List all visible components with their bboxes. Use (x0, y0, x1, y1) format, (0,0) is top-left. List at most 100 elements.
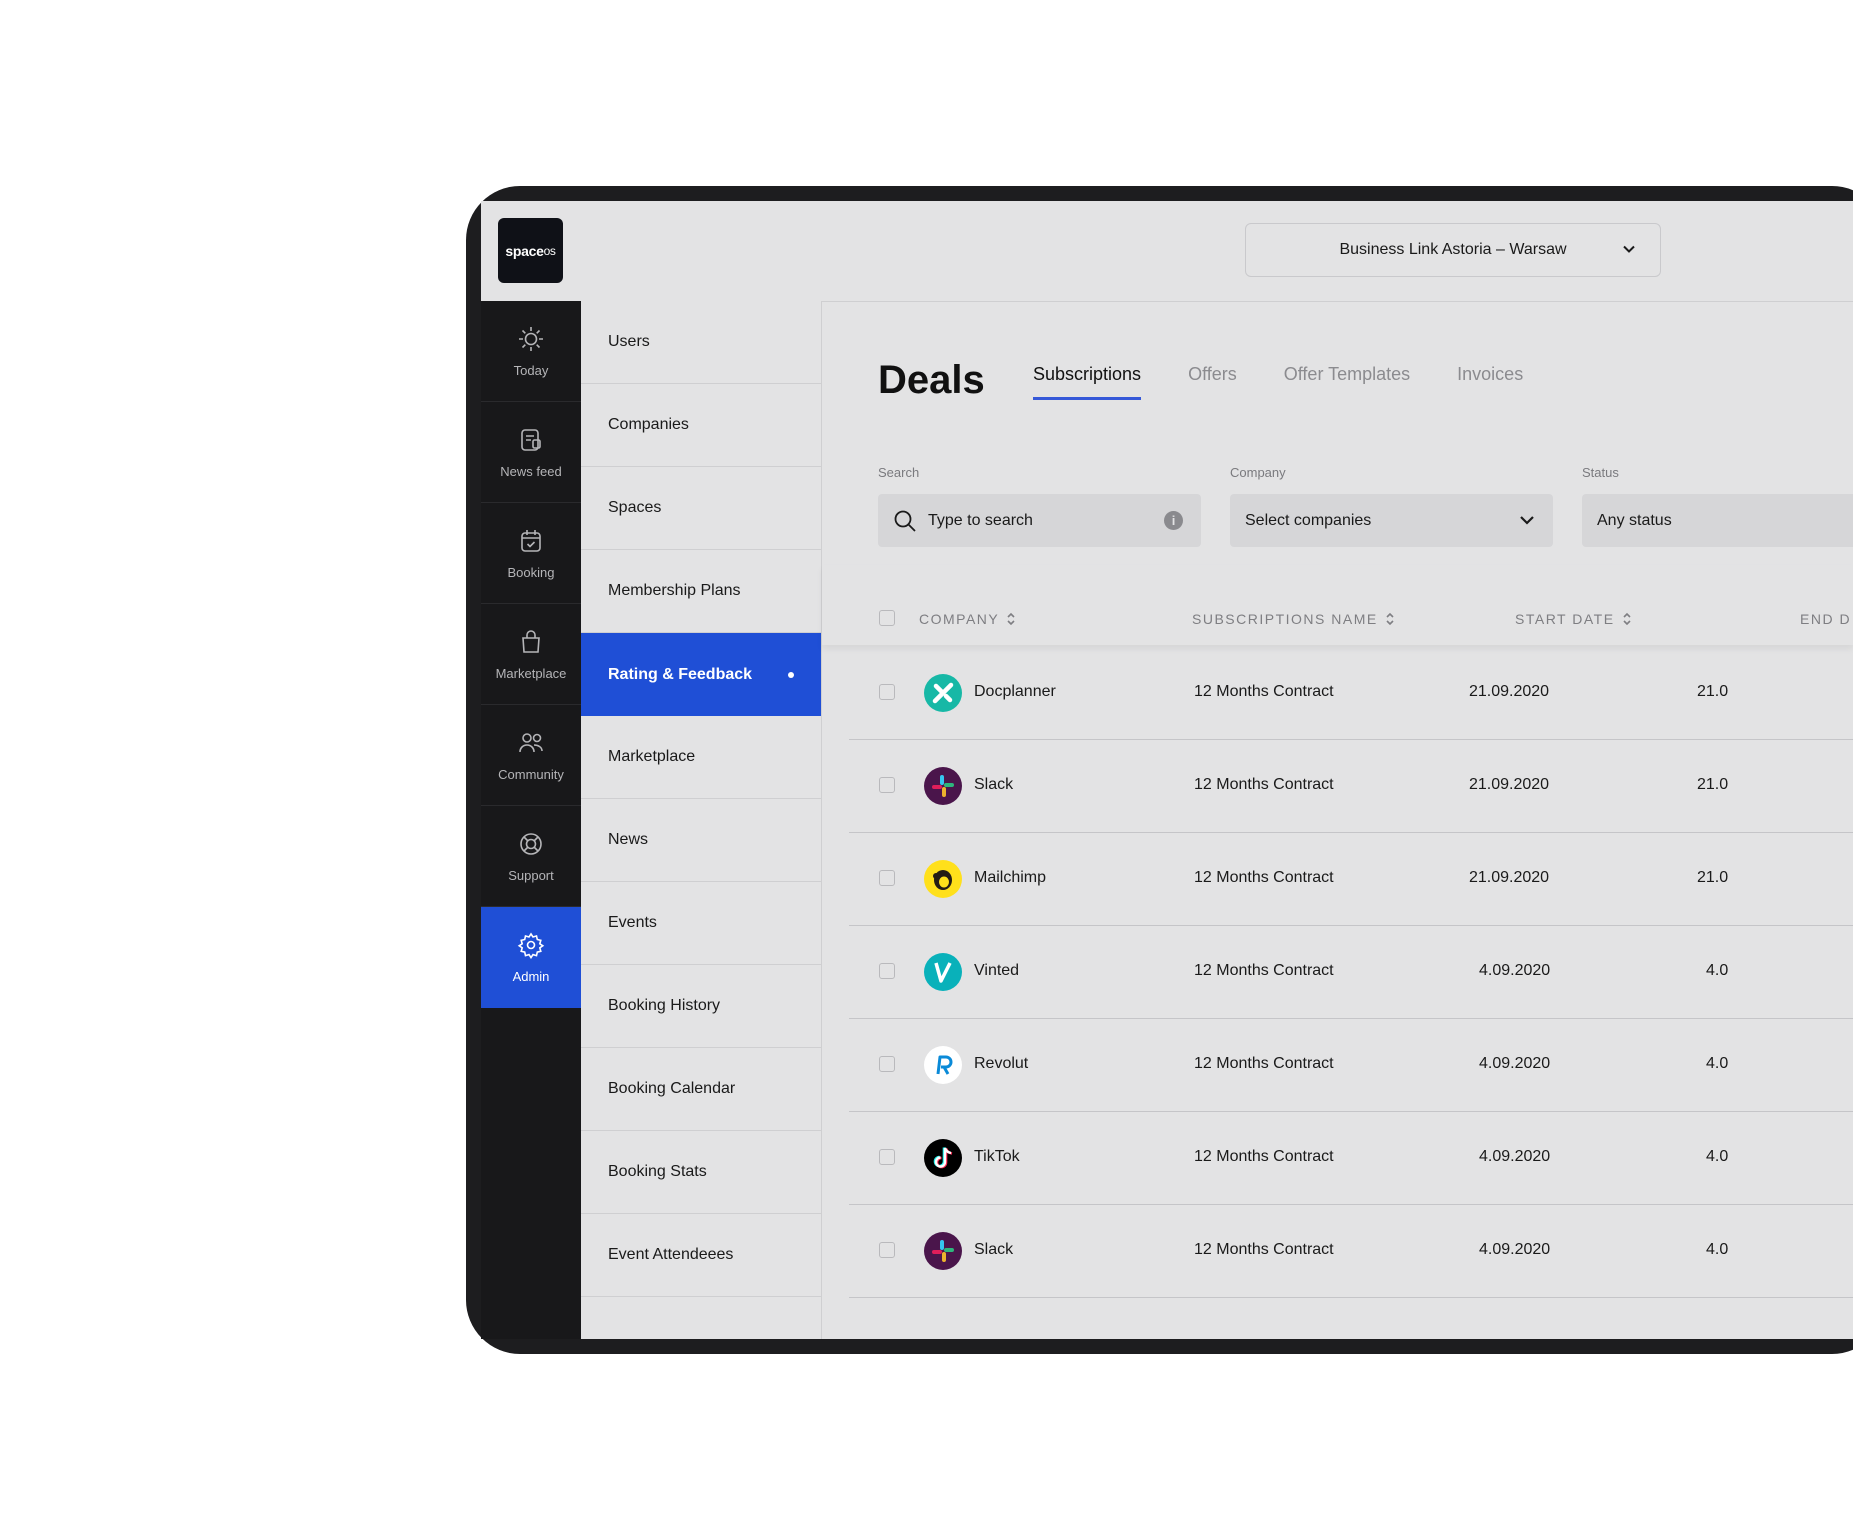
vinted-logo (924, 953, 962, 991)
status-select[interactable]: Any status (1582, 494, 1853, 547)
menu-item-membership-plans[interactable]: Membership Plans (581, 550, 821, 633)
menu-item-news[interactable]: News (581, 799, 821, 882)
select-all-checkbox[interactable] (879, 610, 895, 626)
company-name: TikTok (974, 1148, 1020, 1165)
company-name: Vinted (974, 962, 1020, 979)
row-checkbox[interactable] (879, 684, 895, 700)
subscription-name: 12 Months Contract (1194, 1148, 1334, 1165)
subscription-name: 12 Months Contract (1194, 869, 1334, 886)
menu-item-label: Rating & Feedback (608, 665, 753, 683)
menu-item-booking-calendar[interactable]: Booking Calendar (581, 1048, 821, 1131)
row-checkbox[interactable] (879, 1056, 895, 1072)
row-checkbox[interactable] (879, 870, 895, 886)
rail-label: Marketplace (495, 665, 567, 681)
menu-item-truncated[interactable] (581, 1297, 821, 1339)
main-content: Deals Subscriptions Offers Offer Templat… (822, 301, 1853, 1339)
table-row[interactable]: Slack 12 Months Contract 4.09.2020 4.0 (849, 1204, 1853, 1298)
menu-item-users[interactable]: Users (581, 301, 821, 384)
start-date: 21.09.2020 (1469, 683, 1550, 700)
rail-item-marketplace[interactable]: Marketplace (481, 604, 581, 705)
subscription-name: 12 Months Contract (1194, 962, 1334, 979)
company-name: Docplanner (974, 683, 1056, 700)
tab-offer-templates[interactable]: Offer Templates (1284, 364, 1410, 400)
table-row[interactable]: Vinted 12 Months Contract 4.09.2020 4.0 (849, 925, 1853, 1019)
app-logo[interactable]: space os (498, 218, 563, 283)
sort-icon (1007, 612, 1015, 626)
rail-item-support[interactable]: Support (481, 806, 581, 907)
chevron-down-icon (1520, 516, 1534, 525)
start-date: 4.09.2020 (1479, 1241, 1551, 1258)
revolut-logo (924, 1046, 962, 1084)
column-header-start-date[interactable]: START DATE (1515, 611, 1631, 627)
column-header-company[interactable]: COMPANY (919, 611, 1015, 627)
menu-item-rating-feedback[interactable]: Rating & Feedback (581, 633, 821, 716)
info-icon[interactable]: i (1164, 511, 1183, 530)
search-icon (894, 510, 916, 532)
status-select-value: Any status (1597, 511, 1672, 529)
subscription-name: 12 Months Contract (1194, 1055, 1334, 1072)
sun-icon (519, 326, 543, 351)
app-screen: space os Business Link Astoria – Warsaw T… (481, 201, 1853, 1339)
rail-label: Support (508, 867, 554, 883)
menu-item-events[interactable]: Events (581, 882, 821, 965)
menu-item-event-attendees[interactable]: Event Attendeees (581, 1214, 821, 1297)
start-date: 4.09.2020 (1479, 1055, 1551, 1072)
location-select-value: Business Link Astoria – Warsaw (1339, 241, 1567, 258)
news-feed-icon (521, 428, 541, 451)
company-select[interactable]: Select companies (1230, 494, 1553, 547)
tab-invoices[interactable]: Invoices (1457, 364, 1523, 400)
rail-label: Today (513, 362, 549, 378)
company-name: Revolut (974, 1055, 1029, 1072)
location-select[interactable]: Business Link Astoria – Warsaw (1245, 223, 1661, 277)
column-header-end-date[interactable]: END D (1800, 611, 1851, 627)
table-row[interactable]: Revolut 12 Months Contract 4.09.2020 4.0 (849, 1018, 1853, 1112)
table-row[interactable]: Mailchimp 12 Months Contract 21.09.2020 … (849, 832, 1853, 926)
company-filter-label: Company (1230, 465, 1286, 480)
end-date: 21.0 (1697, 683, 1729, 700)
gear-icon (517, 932, 545, 959)
rail-item-booking[interactable]: Booking (481, 503, 581, 604)
menu-item-marketplace[interactable]: Marketplace (581, 716, 821, 799)
row-checkbox[interactable] (879, 777, 895, 793)
rail-label: Community (498, 766, 564, 782)
rail-item-news-feed[interactable]: News feed (481, 402, 581, 503)
end-date: 4.0 (1706, 1241, 1729, 1258)
table-row[interactable]: Slack 12 Months Contract 21.09.2020 21.0 (849, 739, 1853, 833)
sort-icon (1622, 612, 1631, 626)
column-header-subscriptions-name[interactable]: SUBSCRIPTIONS NAME (1192, 611, 1394, 627)
admin-menu: Users Companies Spaces Membership Plans … (581, 301, 822, 1339)
menu-item-booking-stats[interactable]: Booking Stats (581, 1131, 821, 1214)
sort-icon (1386, 612, 1394, 626)
search-label: Search (878, 465, 920, 480)
tab-subscriptions[interactable]: Subscriptions (1033, 364, 1142, 400)
row-checkbox[interactable] (879, 1242, 895, 1258)
end-date: 21.0 (1697, 869, 1729, 886)
rail-label: News feed (500, 463, 562, 479)
start-date: 21.09.2020 (1469, 869, 1550, 886)
search-input[interactable]: Type to search i (878, 494, 1201, 547)
table-row[interactable]: TikTok 12 Months Contract 4.09.2020 4.0 (849, 1111, 1853, 1205)
row-checkbox[interactable] (879, 1149, 895, 1165)
mailchimp-logo (924, 860, 962, 898)
rail-item-today[interactable]: Today (481, 301, 581, 402)
docplanner-logo (924, 674, 962, 712)
slack-logo (924, 767, 962, 805)
row-checkbox[interactable] (879, 963, 895, 979)
start-date: 4.09.2020 (1479, 962, 1551, 979)
menu-item-spaces[interactable]: Spaces (581, 467, 821, 550)
start-date: 4.09.2020 (1479, 1148, 1551, 1165)
tab-offers[interactable]: Offers (1188, 364, 1237, 400)
tiktok-logo (924, 1139, 962, 1177)
lifebuoy-icon (520, 832, 542, 855)
company-name: Slack (974, 776, 1014, 793)
calendar-check-icon (521, 529, 541, 552)
table-header: COMPANY SUBSCRIPTIONS NAME START DATE EN… (822, 565, 1853, 645)
table-row[interactable]: Docplanner 12 Months Contract 21.09.2020… (849, 646, 1853, 740)
rail-item-community[interactable]: Community (481, 705, 581, 806)
rail-item-admin[interactable]: Admin (481, 907, 581, 1008)
menu-item-booking-history[interactable]: Booking History (581, 965, 821, 1048)
chevron-down-icon (1623, 245, 1635, 253)
page-title: Deals (878, 358, 985, 402)
menu-item-companies[interactable]: Companies (581, 384, 821, 467)
subscription-name: 12 Months Contract (1194, 1241, 1334, 1258)
